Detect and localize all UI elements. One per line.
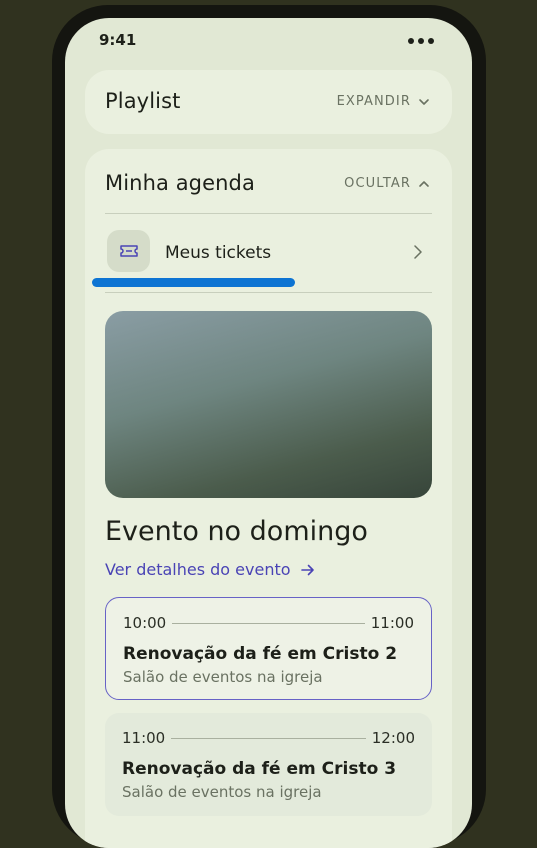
divider [105, 213, 432, 214]
chevron-right-icon [414, 245, 422, 259]
more-dots-icon [408, 38, 434, 44]
event-details-link[interactable]: Ver detalhes do evento [105, 560, 315, 579]
expand-label: EXPANDIR [336, 94, 411, 109]
my-tickets-row[interactable]: Meus tickets [105, 224, 432, 282]
session-start-time: 10:00 [123, 614, 167, 632]
divider [105, 292, 432, 293]
status-time: 9:41 [99, 31, 137, 49]
highlight-underline [92, 278, 295, 287]
agenda-title: Minha agenda [105, 171, 255, 195]
event-details-label: Ver detalhes do evento [105, 560, 291, 579]
session-end-time: 11:00 [370, 614, 414, 632]
playlist-card: Playlist EXPANDIR [85, 70, 452, 134]
session-title: Renovação da fé em Cristo 2 [123, 644, 398, 664]
agenda-card: Minha agenda OCULTAR Meus tickets Evento… [85, 149, 452, 848]
event-title: Evento no domingo [105, 516, 368, 547]
session-card[interactable]: 11:00 12:00 Renovação da fé em Cristo 3 … [105, 713, 432, 816]
session-card[interactable]: 10:00 11:00 Renovação da fé em Cristo 2 … [105, 597, 432, 700]
hide-button[interactable]: OCULTAR [344, 176, 430, 191]
event-image[interactable] [105, 311, 432, 498]
chevron-down-icon [419, 98, 429, 105]
session-end-time: 12:00 [371, 729, 415, 747]
status-bar: 9:41 [65, 18, 472, 62]
playlist-title: Playlist [105, 89, 181, 113]
time-divider [171, 738, 366, 739]
chevron-up-icon [419, 180, 429, 187]
ticket-icon [107, 230, 150, 272]
time-divider [172, 623, 365, 624]
session-start-time: 11:00 [122, 729, 166, 747]
phone-screen: 9:41 Playlist EXPANDIR Minha agenda OCUL… [65, 18, 472, 848]
session-location: Salão de eventos na igreja [123, 668, 323, 686]
my-tickets-label: Meus tickets [165, 243, 272, 263]
expand-button[interactable]: EXPANDIR [337, 94, 430, 109]
session-location: Salão de eventos na igreja [122, 783, 322, 801]
hide-label: OCULTAR [344, 176, 411, 191]
session-title: Renovação da fé em Cristo 3 [122, 759, 397, 779]
arrow-right-icon [300, 564, 314, 575]
